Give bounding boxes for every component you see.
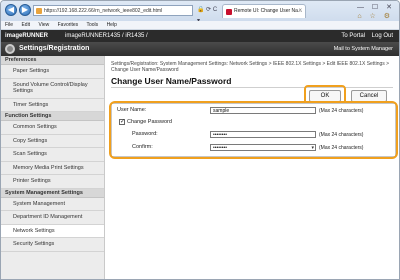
sidebar-head-system: System Management Settings bbox=[1, 188, 104, 198]
brand-logo: imageRUNNER bbox=[5, 33, 49, 39]
tab-title: Remote UI: Change User Na... bbox=[234, 8, 303, 14]
menu-view[interactable]: View bbox=[38, 22, 49, 28]
sidebar-item-common-settings[interactable]: Common Settings bbox=[1, 121, 104, 135]
settings-gear-icon bbox=[5, 44, 15, 54]
menu-help[interactable]: Help bbox=[107, 22, 117, 28]
sidebar-item-department-id[interactable]: Department ID Management bbox=[1, 211, 104, 225]
form-highlight bbox=[109, 101, 398, 159]
sidebar-item-system-management[interactable]: System Management bbox=[1, 198, 104, 211]
sidebar-item-paper-settings[interactable]: Paper Settings bbox=[1, 65, 104, 79]
device-name: imageRUNNER1435 / iR1435 / bbox=[65, 33, 148, 39]
home-star-gear-icons[interactable]: ⌂ ☆ ⚙ bbox=[357, 12, 393, 20]
breadcrumb: Settings/Registration: System Management… bbox=[111, 61, 390, 73]
page-title: Change User Name/Password bbox=[111, 76, 232, 86]
section-header: Settings/Registration Mail to System Man… bbox=[1, 42, 399, 56]
to-portal-link[interactable]: To Portal bbox=[341, 30, 365, 42]
canon-favicon-icon bbox=[226, 9, 232, 15]
menu-file[interactable]: File bbox=[5, 22, 13, 28]
menu-favorites[interactable]: Favorites bbox=[58, 22, 79, 28]
address-tools[interactable]: 🔒 ⟳ C ▾ bbox=[197, 5, 221, 24]
top-header: imageRUNNER imageRUNNER1435 / iR1435 / T… bbox=[1, 30, 399, 42]
menu-tools[interactable]: Tools bbox=[86, 22, 98, 28]
sidebar-item-memory-media-print[interactable]: Memory Media Print Settings bbox=[1, 162, 104, 175]
sidebar-item-timer-settings[interactable]: Timer Settings bbox=[1, 99, 104, 112]
back-button[interactable]: ◀ bbox=[5, 4, 17, 16]
mail-to-system-manager-link[interactable]: Mail to System Manager bbox=[334, 42, 393, 56]
log-out-link[interactable]: Log Out bbox=[372, 30, 393, 42]
address-bar[interactable]: https://192.168.222.66/rn_network_ieee80… bbox=[33, 5, 193, 16]
sidebar-head-preferences: Preferences bbox=[1, 56, 104, 65]
browser-tab[interactable]: Remote UI: Change User Na... × bbox=[222, 4, 306, 18]
sidebar-item-sound-volume[interactable]: Sound Volume Control/Display Settings bbox=[1, 79, 104, 99]
menu-edit[interactable]: Edit bbox=[21, 22, 30, 28]
browser-toolbar: ◀ ▶ https://192.168.222.66/rn_network_ie… bbox=[1, 1, 399, 24]
sidebar-item-printer-settings[interactable]: Printer Settings bbox=[1, 175, 104, 189]
browser-window: ◀ ▶ https://192.168.222.66/rn_network_ie… bbox=[0, 0, 400, 280]
page-icon bbox=[36, 8, 42, 14]
sidebar-item-copy-settings[interactable]: Copy Settings bbox=[1, 135, 104, 148]
address-url: https://192.168.222.66/rn_network_ieee80… bbox=[44, 8, 163, 14]
window-controls[interactable]: — ☐ ✕ bbox=[357, 3, 395, 11]
sidebar: Preferences Paper Settings Sound Volume … bbox=[1, 56, 105, 279]
section-title: Settings/Registration bbox=[19, 45, 90, 52]
title-divider bbox=[111, 87, 393, 88]
forward-button[interactable]: ▶ bbox=[19, 4, 31, 16]
sidebar-item-network-settings[interactable]: Network Settings bbox=[1, 224, 104, 238]
main-content: Settings/Registration: System Management… bbox=[109, 56, 398, 279]
sidebar-head-function: Function Settings bbox=[1, 112, 104, 121]
menu-bar: File Edit View Favorites Tools Help bbox=[1, 21, 399, 30]
sidebar-item-scan-settings[interactable]: Scan Settings bbox=[1, 148, 104, 162]
close-tab-icon[interactable]: × bbox=[298, 5, 302, 18]
sidebar-item-security-settings[interactable]: Security Settings bbox=[1, 238, 104, 252]
